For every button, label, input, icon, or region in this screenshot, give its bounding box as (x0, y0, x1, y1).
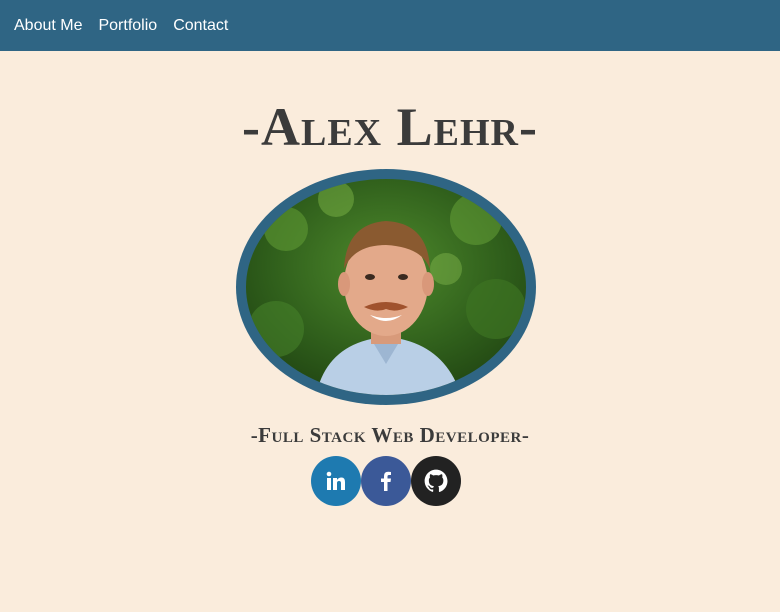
facebook-button[interactable] (361, 456, 411, 506)
top-navbar: About Me Portfolio Contact (0, 0, 780, 51)
nav-link-portfolio[interactable]: Portfolio (98, 17, 157, 34)
page-title: -Alex Lehr- (242, 97, 538, 157)
nav-link-about-me[interactable]: About Me (14, 17, 82, 34)
facebook-icon (381, 471, 391, 491)
nav-link-contact[interactable]: Contact (173, 17, 228, 34)
linkedin-button[interactable] (311, 456, 361, 506)
social-links (311, 456, 461, 506)
github-button[interactable] (411, 456, 461, 506)
profile-photo (246, 179, 526, 395)
job-title: -Full Stack Web Developer- (250, 423, 530, 447)
linkedin-icon (326, 471, 345, 490)
portrait-frame (236, 169, 536, 405)
hero-section: -Alex Lehr- -Full Stack Web Developer- (0, 51, 780, 612)
github-icon (424, 469, 448, 492)
